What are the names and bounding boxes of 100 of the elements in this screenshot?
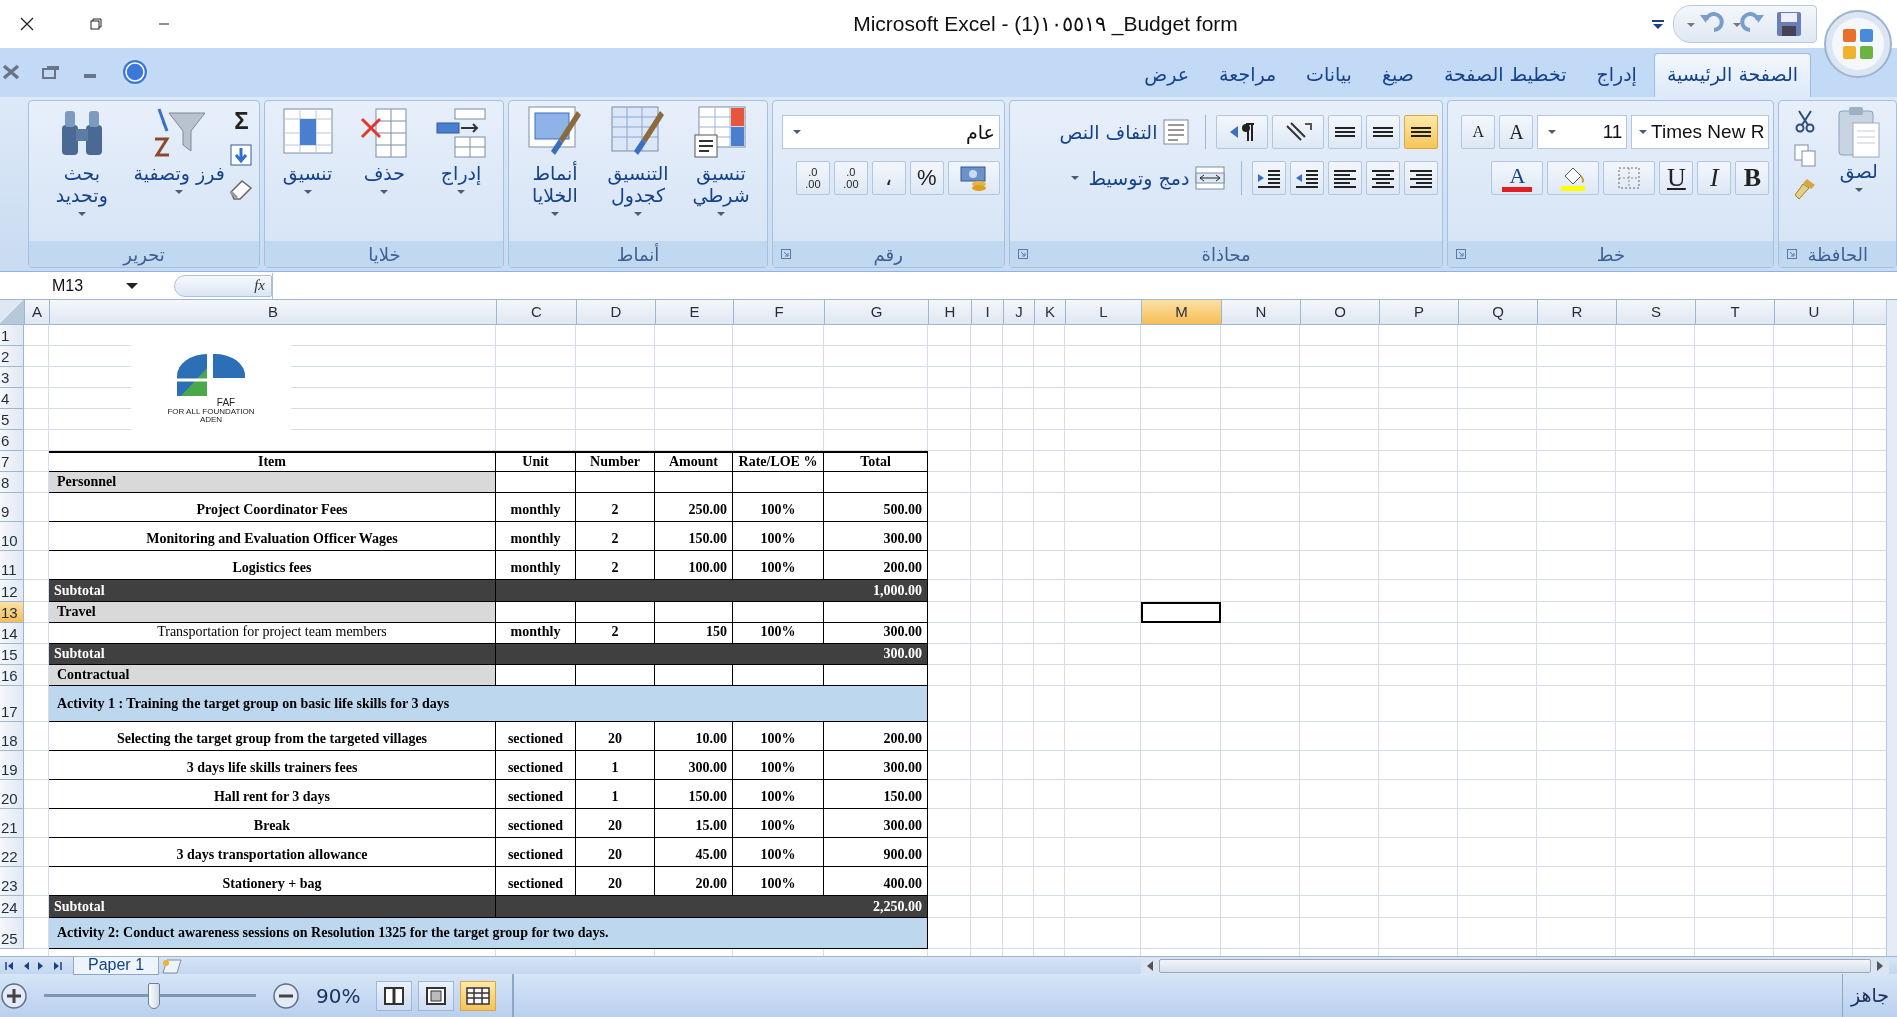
style-command-button[interactable]: تنسيق شرطي	[679, 105, 763, 219]
sheet-tab[interactable]: Paper 1	[73, 956, 160, 975]
scroll-thumb[interactable]	[1159, 958, 1871, 973]
align-middle-button[interactable]	[1366, 115, 1401, 149]
last-sheet-icon[interactable]	[51, 959, 63, 972]
row-number[interactable]: 3	[0, 367, 24, 388]
column-header[interactable]: B	[50, 300, 497, 324]
zoom-in-icon[interactable]	[0, 981, 28, 1010]
font-name-field[interactable]: Times New R	[1631, 115, 1770, 149]
view-button[interactable]	[376, 980, 413, 1011]
ribbon-tab[interactable]: الصفحة الرئيسية	[1653, 53, 1811, 97]
ribbon-tab[interactable]: إدراج	[1583, 53, 1650, 97]
row-number[interactable]: 25	[0, 918, 24, 949]
view-button[interactable]	[460, 980, 497, 1011]
fill-color-button[interactable]	[1547, 161, 1600, 195]
currency-button[interactable]	[947, 161, 1000, 195]
row-number[interactable]: 22	[0, 838, 24, 867]
editing-command-button[interactable]: بحث وتحديد	[33, 105, 130, 219]
percent-button[interactable]: %	[909, 161, 944, 195]
column-header[interactable]: D	[577, 300, 656, 324]
row-number[interactable]: 7	[0, 451, 24, 472]
italic-button[interactable]: I	[1697, 161, 1732, 195]
column-header[interactable]: M	[1142, 300, 1222, 324]
scroll-right-icon[interactable]	[1875, 959, 1885, 972]
zoom-out-icon[interactable]	[272, 981, 300, 1010]
decimal-button[interactable]: .0 .00	[795, 161, 830, 195]
column-header[interactable]: N	[1222, 300, 1301, 324]
column-header[interactable]: S	[1617, 300, 1696, 324]
row-number[interactable]: 15	[0, 644, 24, 665]
row-number[interactable]: 12	[0, 580, 24, 602]
underline-button[interactable]: U	[1659, 161, 1694, 195]
font-color-button[interactable]: A	[1491, 161, 1544, 195]
row-number[interactable]: 16	[0, 665, 24, 686]
editing-command-button[interactable]: فرز وتصفية	[131, 105, 227, 197]
column-header[interactable]: I	[972, 300, 1004, 324]
column-header[interactable]: E	[656, 300, 734, 324]
view-button[interactable]	[418, 980, 455, 1011]
ribbon-tab[interactable]: بيانات	[1293, 53, 1365, 97]
cells-command-button[interactable]: تنسيق	[277, 105, 338, 197]
name-box[interactable]: M13	[0, 273, 148, 298]
comma-button[interactable]: ،	[871, 161, 906, 195]
function-button[interactable]: fx	[254, 277, 265, 294]
row-number[interactable]: 5	[0, 409, 24, 430]
grow-font-button[interactable]: A	[1499, 115, 1534, 149]
number-format-field[interactable]: عام	[781, 115, 1000, 149]
customize-icon[interactable]	[1651, 18, 1665, 30]
column-header[interactable]: R	[1538, 300, 1617, 324]
horizontal-scrollbar[interactable]	[1141, 957, 1889, 974]
font-size-field[interactable]: 11	[1537, 115, 1628, 149]
align-right-button[interactable]	[1404, 161, 1439, 195]
cells-command-button[interactable]: حذف	[354, 105, 415, 197]
dialog-launcher-icon[interactable]	[780, 249, 791, 259]
paste-button[interactable]: لصق	[1834, 105, 1883, 195]
column-header[interactable]: U	[1775, 300, 1854, 324]
slider-thumb[interactable]	[148, 982, 161, 1009]
column-header[interactable]: A	[25, 300, 50, 324]
row-number[interactable]: 8	[0, 472, 24, 493]
decrease-indent-button[interactable]	[1290, 161, 1325, 195]
fill-down-icon[interactable]	[229, 143, 254, 167]
column-header[interactable]: Q	[1459, 300, 1538, 324]
dialog-launcher-icon[interactable]	[1017, 249, 1028, 259]
style-command-button[interactable]: التنسيق كجدول	[596, 105, 680, 219]
row-number[interactable]: 19	[0, 751, 24, 780]
vertical-scrollbar[interactable]	[1886, 300, 1897, 956]
column-header[interactable]: C	[497, 300, 577, 324]
row-number[interactable]: 20	[0, 780, 24, 809]
align-top-button[interactable]	[1328, 115, 1363, 149]
column-header[interactable]: H	[929, 300, 972, 324]
column-header[interactable]: J	[1004, 300, 1035, 324]
cell-cursor[interactable]	[1141, 602, 1221, 623]
row-number[interactable]: 18	[0, 722, 24, 751]
row-number[interactable]: 9	[0, 493, 24, 522]
ribbon-tab[interactable]: عرض	[1131, 53, 1203, 97]
row-number[interactable]: 24	[0, 896, 24, 918]
text-direction-button[interactable]	[1216, 115, 1269, 149]
row-number[interactable]: 23	[0, 867, 24, 896]
ribbon-tab[interactable]: مراجعة	[1206, 53, 1290, 97]
scroll-left-icon[interactable]	[1145, 959, 1155, 972]
bold-button[interactable]: B	[1735, 161, 1770, 195]
merge-center-button[interactable]: دمج وتوسيط	[1060, 165, 1232, 191]
zoom-level[interactable]: 90%	[316, 983, 361, 1008]
row-number[interactable]: 21	[0, 809, 24, 838]
shrink-font-button[interactable]: A	[1461, 115, 1496, 149]
column-header[interactable]: G	[825, 300, 929, 324]
restore-icon[interactable]	[90, 18, 102, 30]
column-header[interactable]: K	[1035, 300, 1066, 324]
row-number[interactable]: 2	[0, 346, 24, 367]
column-header[interactable]: P	[1380, 300, 1459, 324]
row-number[interactable]: 1	[0, 325, 24, 346]
wrap-text-button[interactable]: التفاف النص	[1053, 118, 1196, 146]
column-header[interactable]: O	[1301, 300, 1380, 324]
save-icon[interactable]	[1776, 11, 1802, 37]
increase-indent-button[interactable]	[1252, 161, 1287, 195]
column-header[interactable]: F	[734, 300, 825, 324]
orientation-button[interactable]	[1272, 115, 1325, 149]
ribbon-tab[interactable]: صيغ	[1368, 53, 1427, 97]
style-command-button[interactable]: أنماط الخلايا	[513, 105, 597, 219]
autosum-button[interactable]: Σ	[234, 109, 249, 133]
row-number[interactable]: 17	[0, 686, 24, 722]
align-center-button[interactable]	[1366, 161, 1401, 195]
